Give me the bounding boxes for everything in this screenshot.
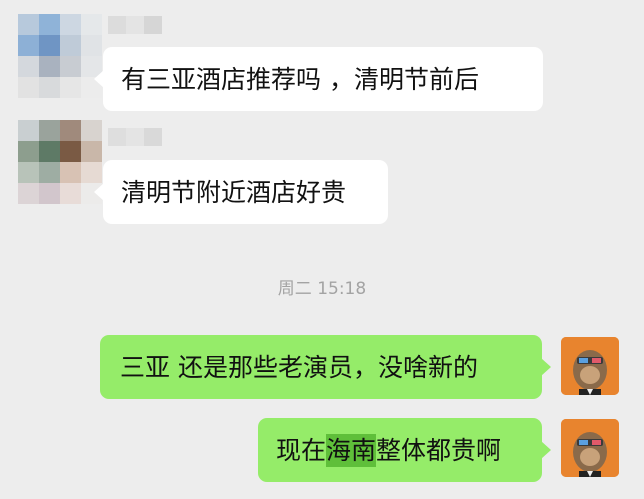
message-text: 有三亚酒店推荐吗 ，清明节前后 xyxy=(121,64,479,94)
message-bubble[interactable]: 有三亚酒店推荐吗 ，清明节前后 xyxy=(94,47,543,111)
contact-name-blurred xyxy=(108,128,162,146)
ape-avatar-icon xyxy=(561,419,619,477)
highlighted-text: 海南 xyxy=(326,433,377,467)
self-avatar[interactable] xyxy=(561,419,619,477)
contact-avatar[interactable] xyxy=(18,120,102,204)
chat-timestamp: 周二 15:18 xyxy=(277,279,367,299)
message-bubble[interactable]: 清明节附近酒店好贵 xyxy=(94,160,388,224)
message-text: 三亚 还是那些老演员，没啥新的 xyxy=(120,352,478,382)
message-bubble[interactable]: 现在海南整体都贵啊 xyxy=(258,418,551,482)
contact-name-blurred xyxy=(108,16,162,34)
self-avatar[interactable] xyxy=(561,337,619,395)
message-text: 清明节附近酒店好贵 xyxy=(121,177,347,207)
ape-avatar-icon xyxy=(561,337,619,395)
message-text: 现在海南整体都贵啊 xyxy=(276,433,502,467)
message-bubble[interactable]: 三亚 还是那些老演员，没啥新的 xyxy=(100,335,551,399)
contact-avatar[interactable] xyxy=(18,14,102,98)
